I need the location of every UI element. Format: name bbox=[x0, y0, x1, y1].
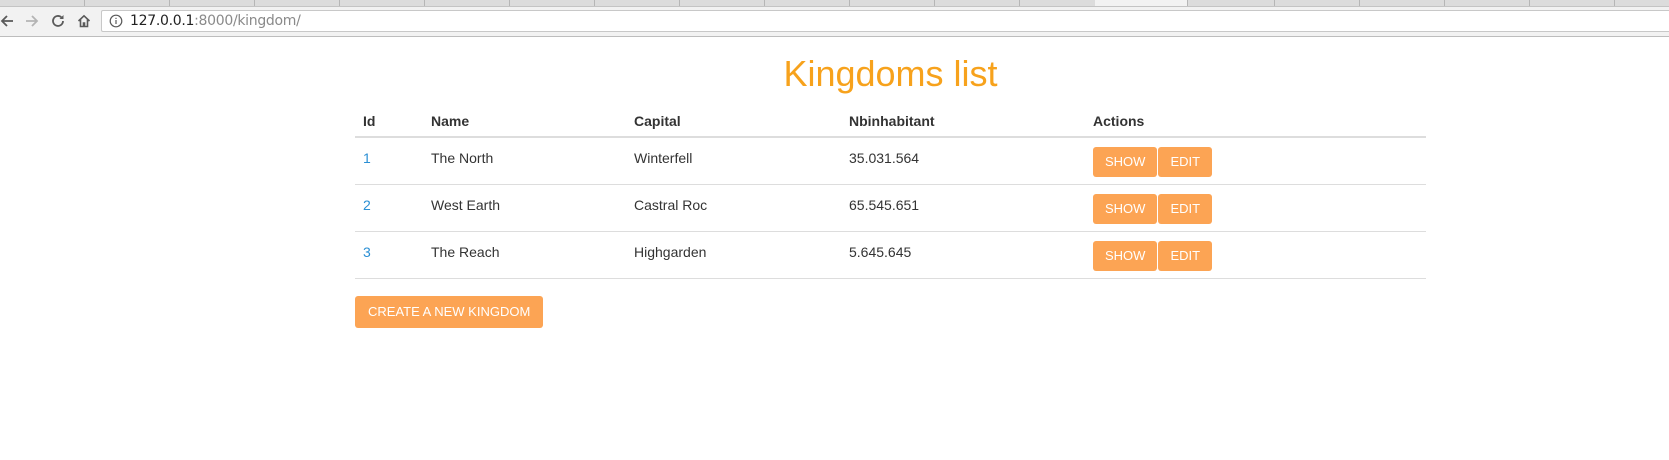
column-header-nbinhabitant: Nbinhabitant bbox=[841, 106, 1085, 138]
address-bar[interactable]: 127.0.0.1:8000/kingdom/ bbox=[101, 10, 1669, 32]
url-path: :8000/kingdom/ bbox=[194, 13, 301, 29]
back-button[interactable] bbox=[0, 10, 18, 32]
kingdoms-table: Id Name Capital Nbinhabitant Actions 1 T… bbox=[355, 106, 1426, 279]
browser-tab[interactable] bbox=[850, 0, 935, 6]
show-button[interactable]: SHOW bbox=[1093, 147, 1158, 177]
kingdom-capital: Castral Roc bbox=[634, 197, 708, 213]
column-header-actions: Actions bbox=[1085, 106, 1426, 138]
table-header-row: Id Name Capital Nbinhabitant Actions bbox=[355, 106, 1426, 138]
kingdom-nbinhabitant: 35.031.564 bbox=[849, 150, 920, 166]
kingdom-name: West Earth bbox=[431, 197, 500, 213]
kingdom-name: The Reach bbox=[431, 244, 500, 260]
kingdom-id-link[interactable]: 1 bbox=[363, 150, 415, 166]
browser-tab[interactable] bbox=[1360, 0, 1445, 6]
kingdom-capital: Highgarden bbox=[634, 244, 707, 260]
kingdom-nbinhabitant: 65.545.651 bbox=[849, 197, 920, 213]
browser-tab[interactable] bbox=[1530, 0, 1615, 6]
show-button[interactable]: SHOW bbox=[1093, 194, 1158, 224]
column-header-capital: Capital bbox=[626, 106, 841, 138]
browser-tab[interactable] bbox=[170, 0, 255, 6]
browser-tab[interactable] bbox=[425, 0, 510, 6]
table-row: 2 West Earth Castral Roc 65.545.651 SHOW… bbox=[355, 184, 1426, 232]
reload-icon bbox=[52, 15, 64, 27]
edit-button[interactable]: EDIT bbox=[1158, 241, 1213, 271]
home-icon bbox=[77, 14, 91, 28]
table-row: 3 The Reach Highgarden 5.645.645 SHOW EDI… bbox=[355, 231, 1426, 279]
home-button[interactable] bbox=[73, 10, 95, 32]
browser-tab[interactable] bbox=[765, 0, 850, 6]
kingdom-nbinhabitant: 5.645.645 bbox=[849, 244, 912, 260]
arrow-right-icon bbox=[26, 15, 39, 27]
browser-tab[interactable] bbox=[0, 0, 85, 6]
show-button[interactable]: SHOW bbox=[1093, 241, 1158, 271]
create-kingdom-button[interactable]: CREATE A NEW KINGDOM bbox=[355, 296, 544, 328]
arrow-left-icon bbox=[0, 15, 13, 27]
browser-tab[interactable] bbox=[255, 0, 340, 6]
table-row: 1 The North Winterfell 35.031.564 SHOW ED… bbox=[355, 137, 1426, 185]
reload-button[interactable] bbox=[47, 10, 69, 32]
browser-tab[interactable] bbox=[1445, 0, 1530, 6]
url-host: 127.0.0.1 bbox=[130, 13, 195, 29]
kingdom-id-link[interactable]: 3 bbox=[363, 244, 415, 260]
kingdom-capital: Winterfell bbox=[634, 150, 693, 166]
browser-tab[interactable] bbox=[1020, 0, 1105, 6]
browser-tab-strip bbox=[0, 0, 1669, 7]
address-url[interactable]: 127.0.0.1:8000/kingdom/ bbox=[130, 13, 301, 29]
browser-tab[interactable] bbox=[680, 0, 765, 6]
kingdom-id-link[interactable]: 2 bbox=[363, 197, 415, 213]
browser-toolbar: 127.0.0.1:8000/kingdom/ bbox=[0, 7, 1669, 37]
kingdom-name: The North bbox=[431, 150, 494, 166]
browser-tab[interactable] bbox=[1190, 0, 1275, 6]
browser-tab[interactable] bbox=[340, 0, 425, 6]
browser-tab[interactable] bbox=[510, 0, 595, 6]
browser-tab-active[interactable] bbox=[1095, 0, 1188, 6]
browser-tab[interactable] bbox=[85, 0, 170, 6]
column-header-name: Name bbox=[423, 106, 626, 138]
browser-tab[interactable] bbox=[595, 0, 680, 6]
browser-tab[interactable] bbox=[935, 0, 1020, 6]
column-header-id: Id bbox=[355, 106, 423, 138]
info-icon[interactable] bbox=[109, 14, 123, 28]
edit-button[interactable]: EDIT bbox=[1158, 194, 1213, 224]
page-title: Kingdoms list bbox=[783, 53, 998, 94]
edit-button[interactable]: EDIT bbox=[1158, 147, 1213, 177]
forward-button[interactable] bbox=[21, 10, 43, 32]
browser-tab[interactable] bbox=[1275, 0, 1360, 6]
